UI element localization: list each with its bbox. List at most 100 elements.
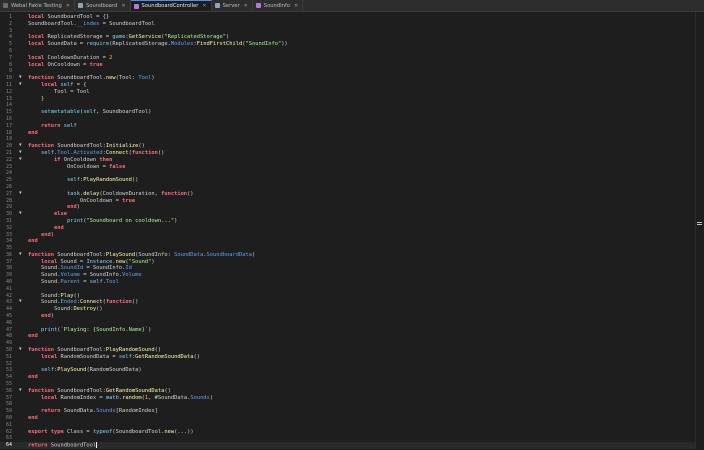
code-line[interactable]: 45 end) — [0, 313, 696, 320]
code-line[interactable]: 55 — [0, 381, 696, 388]
code-line[interactable]: 20 ▼ function SoundboardTool:Initialize() — [0, 143, 696, 150]
code-line[interactable]: 58 — [0, 401, 696, 408]
code-line[interactable]: 41 — [0, 286, 696, 293]
code-line[interactable]: 52 — [0, 361, 696, 368]
code-line[interactable]: 6 — [0, 48, 696, 55]
code-line[interactable]: 26 — [0, 184, 696, 191]
close-icon[interactable]: ✕ — [202, 3, 206, 9]
code-line[interactable]: 15 setmetatable(self, SoundboardTool) — [0, 109, 696, 116]
code-text[interactable]: setmetatable(self, SoundboardTool) — [28, 109, 151, 116]
code-line[interactable]: 7 local CooldownDuration = 2 — [0, 55, 696, 62]
close-icon[interactable]: ✕ — [66, 3, 70, 9]
code-line[interactable]: 9 — [0, 68, 696, 75]
code-text[interactable]: Sound:Destroy() — [28, 306, 103, 313]
code-line[interactable]: 59 return SoundData.Sounds[RandomIndex] — [0, 408, 696, 415]
code-line[interactable]: 17 return self — [0, 123, 696, 130]
code-lines[interactable]: 1 local SoundboardTool = {} 2 SoundboardToo… — [0, 14, 696, 449]
code-line[interactable]: 30 ▼ else — [0, 211, 696, 218]
code-line[interactable]: 61 — [0, 422, 696, 429]
code-text[interactable]: self:PlayRandomSound() — [28, 177, 138, 184]
code-text[interactable]: function SoundboardTool:PlayRandomSound(… — [28, 347, 161, 354]
tab-webal-fakle-testing[interactable]: Webal Fakle Testing ✕ — [0, 0, 75, 11]
tab-soundboard[interactable]: Soundboard ✕ — [75, 0, 131, 11]
code-line[interactable]: 4 local ReplicatedStorage = game:GetServi… — [0, 34, 696, 41]
code-text[interactable]: end) — [28, 232, 54, 239]
code-text[interactable]: return self — [28, 123, 77, 130]
close-icon[interactable]: ✕ — [121, 3, 125, 9]
code-line[interactable]: 22 ▼ if OnCooldown then — [0, 157, 696, 164]
code-line[interactable]: 5 local SoundData = require(ReplicatedSto… — [0, 41, 696, 48]
code-line[interactable]: 25 self:PlayRandomSound() — [0, 177, 696, 184]
code-line[interactable]: 37 local Sound = Instance.new("Sound") — [0, 259, 696, 266]
code-text[interactable]: end — [28, 130, 38, 137]
code-line[interactable]: 12 Tool = Tool — [0, 89, 696, 96]
code-line[interactable]: 62 export type Class = typeof(SoundboardT… — [0, 429, 696, 436]
code-text[interactable]: Sound.Parent = self.Tool — [28, 279, 119, 286]
code-line[interactable]: 39 Sound.Volume = SoundInfo.Volume — [0, 272, 696, 279]
code-line[interactable]: 34 end — [0, 238, 696, 245]
code-text[interactable]: function SoundboardTool.new(Tool: Tool) — [28, 75, 155, 82]
vertical-scrollbar[interactable] — [695, 12, 704, 449]
code-text[interactable]: function SoundboardTool:PlaySound(SoundI… — [28, 252, 255, 259]
code-text[interactable]: local RandomIndex = math.random(1, #Soun… — [28, 395, 213, 402]
fold-chevron-icon[interactable]: ▼ — [19, 211, 22, 218]
code-text[interactable]: Tool = Tool — [28, 89, 90, 96]
code-line[interactable]: 46 — [0, 320, 696, 327]
code-text[interactable]: end — [28, 238, 38, 245]
code-line[interactable]: 23 OnCooldown = false — [0, 164, 696, 171]
code-line[interactable]: 8 local OnCooldown = true — [0, 62, 696, 69]
close-icon[interactable]: ✕ — [244, 3, 248, 9]
code-line[interactable]: 38 Sound.SoundId = SoundInfo.Id — [0, 265, 696, 272]
code-text[interactable]: OnCooldown = false — [28, 164, 125, 171]
code-line[interactable]: 13 } — [0, 96, 696, 103]
code-text[interactable]: export type Class = typeof(SoundboardToo… — [28, 429, 194, 436]
code-text[interactable]: return SoundboardTool — [28, 442, 98, 449]
code-text[interactable]: end — [28, 374, 38, 381]
code-line[interactable]: 18 end — [0, 130, 696, 137]
code-text[interactable]: SoundboardTool.__index = SoundboardTool — [28, 21, 155, 28]
code-line[interactable]: 2 SoundboardTool.__index = SoundboardTool — [0, 21, 696, 28]
code-text[interactable]: task.delay(CooldownDuration, function() — [28, 191, 194, 198]
fold-chevron-icon[interactable]: ▼ — [19, 75, 22, 82]
code-line[interactable]: 11 ▼ local self = { — [0, 82, 696, 89]
fold-chevron-icon[interactable]: ▼ — [19, 299, 22, 306]
code-text[interactable]: end — [28, 333, 38, 340]
code-text[interactable]: Sound.Ended:Connect(function() — [28, 299, 138, 306]
fold-chevron-icon[interactable]: ▼ — [19, 252, 22, 259]
code-text[interactable]: print(`Playing: {SoundInfo.Name}`) — [28, 327, 151, 334]
code-text[interactable]: local OnCooldown = true — [28, 62, 103, 69]
code-line[interactable]: 42 Sound:Play() — [0, 293, 696, 300]
code-line[interactable]: 16 — [0, 116, 696, 123]
code-line[interactable]: 29 end) — [0, 204, 696, 211]
code-line[interactable]: 33 end) — [0, 232, 696, 239]
code-line[interactable]: 35 — [0, 245, 696, 252]
code-text[interactable]: end) — [28, 313, 54, 320]
code-line[interactable]: 49 — [0, 340, 696, 347]
code-text[interactable]: Sound:Play() — [28, 293, 80, 300]
close-icon[interactable]: ✕ — [294, 3, 298, 9]
code-line[interactable]: 24 — [0, 170, 696, 177]
code-text[interactable]: Sound.Volume = SoundInfo.Volume — [28, 272, 142, 279]
code-line[interactable]: 48 end — [0, 333, 696, 340]
code-line[interactable]: 47 print(`Playing: {SoundInfo.Name}`) — [0, 327, 696, 334]
code-line[interactable]: 1 local SoundboardTool = {} — [0, 14, 696, 21]
code-line[interactable]: 43 ▼ Sound.Ended:Connect(function() — [0, 299, 696, 306]
code-line[interactable]: 50 ▼ function SoundboardTool:PlayRandomSou… — [0, 347, 696, 354]
code-text[interactable]: end — [28, 415, 38, 422]
code-text[interactable]: else — [28, 211, 67, 218]
code-text[interactable]: function SoundboardTool:GetRandomSoundDa… — [28, 388, 171, 395]
code-line[interactable]: 57 local RandomIndex = math.random(1, #S… — [0, 395, 696, 402]
code-text[interactable]: local CooldownDuration = 2 — [28, 55, 112, 62]
code-text[interactable]: local SoundboardTool = {} — [28, 14, 109, 21]
code-text[interactable]: local Sound = Instance.new("Sound") — [28, 259, 155, 266]
code-line[interactable]: 32 end — [0, 225, 696, 232]
code-line[interactable]: 14 — [0, 102, 696, 109]
code-text[interactable]: print("Soundboard on cooldown...") — [28, 218, 177, 225]
code-line[interactable]: 44 Sound:Destroy() — [0, 306, 696, 313]
fold-chevron-icon[interactable]: ▼ — [19, 157, 22, 164]
code-line[interactable]: 60 end — [0, 415, 696, 422]
code-line[interactable]: 27 ▼ task.delay(CooldownDuration, functio… — [0, 191, 696, 198]
code-line[interactable]: 28 OnCooldown = true — [0, 198, 696, 205]
code-line[interactable]: 3 — [0, 28, 696, 35]
code-text[interactable]: end) — [28, 204, 80, 211]
